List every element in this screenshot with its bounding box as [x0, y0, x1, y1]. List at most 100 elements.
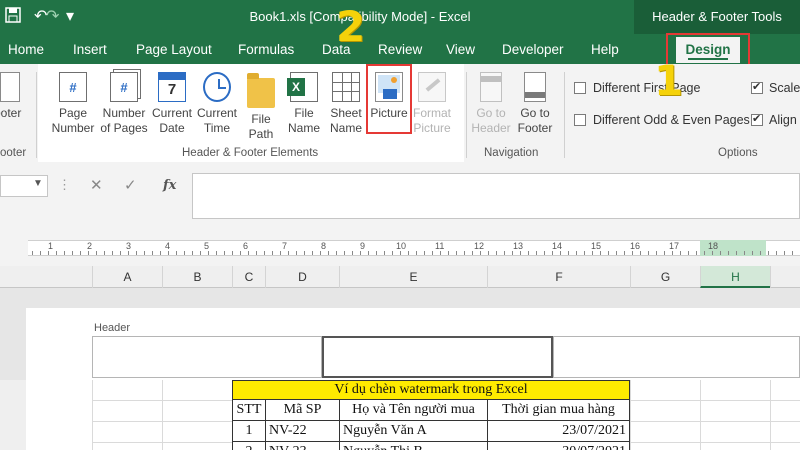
ruler-number: 8 [321, 241, 327, 251]
scale-with-document-label: Scale [769, 81, 800, 95]
table-header-buyer-name[interactable]: Họ và Tên người mua [339, 400, 488, 421]
go-to-footer-button[interactable]: Go to Footer [513, 68, 557, 136]
formula-input[interactable] [192, 173, 800, 219]
table-cell[interactable]: 2 [232, 442, 266, 450]
column-header-b[interactable]: B [162, 266, 232, 288]
ruler-number: 9 [360, 241, 366, 251]
column-header-f[interactable]: F [487, 266, 630, 288]
current-date-button[interactable]: 7 Current Date [150, 68, 194, 136]
enter-check-icon[interactable]: ✓ [124, 176, 137, 194]
ruler-tick [600, 251, 601, 255]
tab-review[interactable]: Review [378, 42, 422, 57]
tab-page-layout[interactable]: Page Layout [136, 42, 212, 57]
go-to-header-button[interactable]: Go to Header [470, 68, 512, 136]
sheet-name-button[interactable]: Sheet Name [326, 68, 366, 136]
cancel-icon[interactable]: ✕ [90, 176, 103, 194]
ruler-tick [656, 251, 657, 255]
tab-view[interactable]: View [446, 42, 475, 57]
footer-button[interactable]: ooter [0, 68, 21, 121]
ruler-tick [584, 251, 585, 255]
select-all-corner[interactable] [0, 266, 92, 288]
ruler-number: 7 [282, 241, 288, 251]
header-right-section[interactable] [553, 336, 800, 378]
header-left-section[interactable] [92, 336, 322, 378]
tab-insert[interactable]: Insert [73, 42, 107, 57]
insert-function-icon[interactable]: fx [163, 178, 176, 193]
ruler-tick [624, 251, 625, 255]
table-header-ma-sp[interactable]: Mã SP [265, 400, 340, 421]
ruler-tick [648, 251, 649, 255]
ruler-tick [64, 251, 65, 255]
ruler-tick [128, 251, 129, 255]
ruler-tick [392, 251, 393, 255]
ruler-tick [400, 251, 401, 255]
ruler-tick [448, 251, 449, 255]
ruler-tick [168, 251, 169, 255]
header-label: Header [94, 322, 131, 334]
ruler-tick [320, 251, 321, 255]
ruler-tick [384, 251, 385, 255]
excel-file-icon: X [287, 72, 318, 102]
ruler-number: 14 [552, 241, 563, 251]
ruler-tick [152, 251, 153, 255]
header-center-section[interactable] [322, 336, 553, 378]
number-of-pages-button[interactable]: # Number of Pages [98, 68, 150, 136]
format-picture-button[interactable]: Format Picture [410, 68, 454, 136]
ruler-tick [176, 251, 177, 255]
table-cell[interactable]: 23/07/2021 [487, 421, 630, 442]
ruler-tick [640, 251, 641, 255]
align-with-margins-checkbox[interactable] [751, 112, 763, 126]
ruler-tick [264, 251, 265, 255]
ruler-tick [688, 251, 689, 255]
ruler-tick [560, 251, 561, 255]
tab-formulas[interactable]: Formulas [238, 42, 294, 57]
ruler-tick [352, 251, 353, 255]
table-cell[interactable]: NV-23 [265, 442, 340, 450]
file-name-button[interactable]: X File Name [283, 68, 325, 136]
table-cell[interactable]: NV-22 [265, 421, 340, 442]
file-path-button[interactable]: File Path [240, 68, 282, 142]
table-header-stt[interactable]: STT [232, 400, 266, 421]
column-header-d[interactable]: D [265, 266, 339, 288]
column-header-i[interactable] [770, 266, 800, 288]
ruler-tick [776, 251, 777, 255]
step-1-annotation: 1 [654, 56, 684, 105]
table-cell[interactable]: Nguyễn Thị B [339, 442, 488, 450]
grid-line [630, 380, 631, 450]
column-header-a[interactable]: A [92, 266, 162, 288]
current-time-button[interactable]: Current Time [195, 68, 239, 136]
table-cell[interactable]: 30/07/2021 [487, 442, 630, 450]
different-odd-even-checkbox[interactable] [574, 114, 586, 126]
sheet-grid-icon [332, 72, 360, 102]
tab-developer[interactable]: Developer [502, 42, 564, 57]
different-first-page-label: Different First Page [593, 81, 701, 95]
page-number-button[interactable]: # Page Number [48, 68, 98, 136]
ruler-tick [712, 251, 713, 255]
table-cell[interactable]: Nguyễn Văn A [339, 421, 488, 442]
ruler-tick [360, 251, 361, 255]
chevron-down-icon[interactable]: ▼ [33, 178, 43, 189]
tab-help[interactable]: Help [591, 42, 619, 57]
ruler-number: 12 [474, 241, 485, 251]
column-header-g[interactable]: G [630, 266, 700, 288]
ruler-tick [768, 251, 769, 255]
table-header-purchase-time[interactable]: Thời gian mua hàng [487, 400, 630, 421]
ruler-tick [48, 251, 49, 255]
column-header-h[interactable]: H [700, 266, 770, 288]
ruler-tick [296, 251, 297, 255]
table-cell[interactable]: 1 [232, 421, 266, 442]
scale-with-document-checkbox[interactable] [751, 80, 763, 94]
ruler-tick [248, 251, 249, 255]
tab-home[interactable]: Home [8, 42, 44, 57]
ruler-tick [88, 251, 89, 255]
ruler-number: 1 [48, 241, 54, 251]
different-first-page-checkbox[interactable] [574, 82, 586, 94]
ruler-tick [408, 251, 409, 255]
column-header-c[interactable]: C [232, 266, 265, 288]
ruler-number: 13 [513, 241, 524, 251]
ruler-tick [216, 251, 217, 255]
column-header-e[interactable]: E [339, 266, 487, 288]
table-title-cell[interactable]: Ví dụ chèn watermark trong Excel [232, 380, 630, 400]
ruler-tick [368, 251, 369, 255]
ruler-tick [728, 251, 729, 255]
